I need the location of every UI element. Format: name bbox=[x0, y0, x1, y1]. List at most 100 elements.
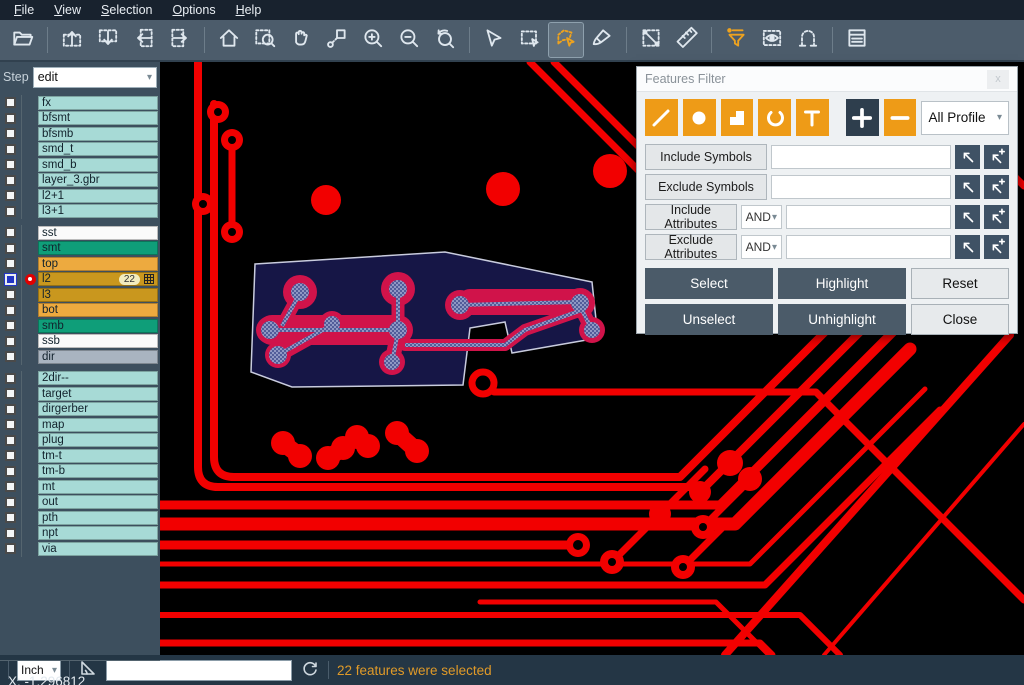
layer-checkbox[interactable] bbox=[5, 404, 16, 415]
layer-checkbox[interactable] bbox=[5, 543, 16, 554]
layer-row-l2+1[interactable]: l2+1 bbox=[0, 188, 160, 204]
layer-row-tm-t[interactable]: tm-t bbox=[0, 448, 160, 464]
layer-name[interactable]: tm-t bbox=[38, 449, 158, 463]
unselect-button[interactable]: Unselect bbox=[645, 304, 773, 335]
reset-button[interactable]: Reset bbox=[911, 268, 1009, 299]
menu-file[interactable]: File bbox=[4, 1, 44, 19]
exclude-symbols-button[interactable]: Exclude Symbols bbox=[645, 174, 767, 200]
include-attributes-button[interactable]: Include Attributes bbox=[645, 204, 737, 230]
layer-name[interactable]: tm-b bbox=[38, 464, 158, 478]
feature-type-line-button[interactable] bbox=[645, 99, 678, 136]
zoom-selection-button[interactable] bbox=[320, 23, 354, 57]
menu-view[interactable]: View bbox=[44, 1, 91, 19]
layer-name[interactable]: map bbox=[38, 418, 158, 432]
pick-include-attributes-button[interactable] bbox=[955, 205, 980, 229]
exclude-symbols-input[interactable] bbox=[771, 175, 951, 199]
layer-checkbox[interactable] bbox=[5, 528, 16, 539]
layer-checkbox[interactable] bbox=[5, 373, 16, 384]
layer-checkbox[interactable] bbox=[5, 289, 16, 300]
layer-checkbox[interactable] bbox=[5, 351, 16, 362]
layer-row-map[interactable]: map bbox=[0, 417, 160, 433]
measure-ruler-button[interactable] bbox=[670, 23, 704, 57]
exclude-attributes-input[interactable] bbox=[786, 235, 951, 259]
layer-checkbox[interactable] bbox=[5, 144, 16, 155]
exclude-attributes-and-combobox[interactable]: AND ▾ bbox=[741, 235, 782, 259]
feature-type-text-button[interactable] bbox=[796, 99, 829, 136]
layer-row-via[interactable]: via bbox=[0, 541, 160, 557]
layer-row-layer_3.gbr[interactable]: layer_3.gbr bbox=[0, 173, 160, 189]
zoom-area-button[interactable] bbox=[248, 23, 282, 57]
pick-add-exclude-attributes-button[interactable] bbox=[984, 235, 1009, 259]
layer-row-smd_b[interactable]: smd_b bbox=[0, 157, 160, 173]
layer-name[interactable]: l3 bbox=[38, 288, 158, 302]
layer-row-bfsmb[interactable]: bfsmb bbox=[0, 126, 160, 142]
zoom-out-button[interactable] bbox=[392, 23, 426, 57]
layer-row-pth[interactable]: pth bbox=[0, 510, 160, 526]
pick-exclude-symbols-button[interactable] bbox=[955, 175, 980, 199]
add-filter-button[interactable] bbox=[846, 99, 879, 136]
highlight-view-button[interactable] bbox=[755, 23, 789, 57]
layer-checkbox[interactable] bbox=[5, 97, 16, 108]
feature-type-arc-button[interactable] bbox=[758, 99, 791, 136]
layer-checkbox[interactable] bbox=[5, 466, 16, 477]
include-attributes-and-combobox[interactable]: AND ▾ bbox=[741, 205, 782, 229]
layer-row-smd_t[interactable]: smd_t bbox=[0, 142, 160, 158]
layer-row-top[interactable]: top bbox=[0, 256, 160, 272]
layer-name[interactable]: bfsmb bbox=[38, 127, 158, 141]
layer-checkbox[interactable] bbox=[5, 128, 16, 139]
layer-row-l3[interactable]: l3 bbox=[0, 287, 160, 303]
layer-name[interactable]: ssb bbox=[38, 334, 158, 348]
layer-row-dirgerber[interactable]: dirgerber bbox=[0, 402, 160, 418]
layer-name[interactable]: l3+1 bbox=[38, 204, 158, 218]
include-attributes-input[interactable] bbox=[786, 205, 951, 229]
layer-row-smb[interactable]: smb bbox=[0, 318, 160, 334]
zoom-in-button[interactable] bbox=[356, 23, 390, 57]
layer-name[interactable]: 2dir-- bbox=[38, 371, 158, 385]
dialog-titlebar[interactable]: Features Filter x bbox=[637, 67, 1017, 92]
polygon-select-button[interactable] bbox=[549, 23, 583, 57]
menu-help[interactable]: Help bbox=[226, 1, 272, 19]
layer-name[interactable]: smt bbox=[38, 241, 158, 255]
layer-name[interactable]: plug bbox=[38, 433, 158, 447]
pan-hand-button[interactable] bbox=[284, 23, 318, 57]
layer-name[interactable]: dir bbox=[38, 350, 158, 364]
layer-name[interactable]: fx bbox=[38, 96, 158, 110]
pick-add-include-attributes-button[interactable] bbox=[984, 205, 1009, 229]
layer-row-2dir--[interactable]: 2dir-- bbox=[0, 371, 160, 387]
clear-brush-button[interactable] bbox=[585, 23, 619, 57]
layer-row-plug[interactable]: plug bbox=[0, 433, 160, 449]
layer-row-mt[interactable]: mt bbox=[0, 479, 160, 495]
pan-right-button[interactable] bbox=[163, 23, 197, 57]
layer-row-ssb[interactable]: ssb bbox=[0, 334, 160, 350]
select-button[interactable]: Select bbox=[645, 268, 773, 299]
layer-checkbox[interactable] bbox=[5, 320, 16, 331]
layer-name[interactable]: npt bbox=[38, 526, 158, 540]
layer-row-bot[interactable]: bot bbox=[0, 303, 160, 319]
close-icon[interactable]: x bbox=[987, 70, 1009, 89]
layer-checkbox[interactable] bbox=[5, 336, 16, 347]
layer-row-l3+1[interactable]: l3+1 bbox=[0, 204, 160, 220]
select-arrow-button[interactable] bbox=[477, 23, 511, 57]
layer-checkbox[interactable] bbox=[5, 113, 16, 124]
layer-checkbox[interactable] bbox=[5, 512, 16, 523]
layer-name[interactable]: bfsmt bbox=[38, 111, 158, 125]
layer-name[interactable]: layer_3.gbr bbox=[38, 173, 158, 187]
open-file-button[interactable] bbox=[6, 23, 40, 57]
layer-checkbox[interactable] bbox=[5, 258, 16, 269]
layer-checkbox[interactable] bbox=[5, 419, 16, 430]
menu-options[interactable]: Options bbox=[162, 1, 225, 19]
layer-checkbox[interactable] bbox=[5, 227, 16, 238]
grid-icon[interactable] bbox=[144, 274, 154, 284]
layer-checkbox[interactable] bbox=[5, 388, 16, 399]
layer-row-fx[interactable]: fx bbox=[0, 95, 160, 111]
layer-checkbox[interactable] bbox=[5, 450, 16, 461]
pick-exclude-attributes-button[interactable] bbox=[955, 235, 980, 259]
features-filter-button[interactable] bbox=[719, 23, 753, 57]
layer-row-l2[interactable]: l222 bbox=[0, 272, 160, 288]
pan-left-button[interactable] bbox=[127, 23, 161, 57]
remove-filter-button[interactable] bbox=[884, 99, 917, 136]
layer-checkbox[interactable] bbox=[5, 190, 16, 201]
menu-selection[interactable]: Selection bbox=[91, 1, 162, 19]
layer-row-npt[interactable]: npt bbox=[0, 526, 160, 542]
layer-name[interactable]: out bbox=[38, 495, 158, 509]
